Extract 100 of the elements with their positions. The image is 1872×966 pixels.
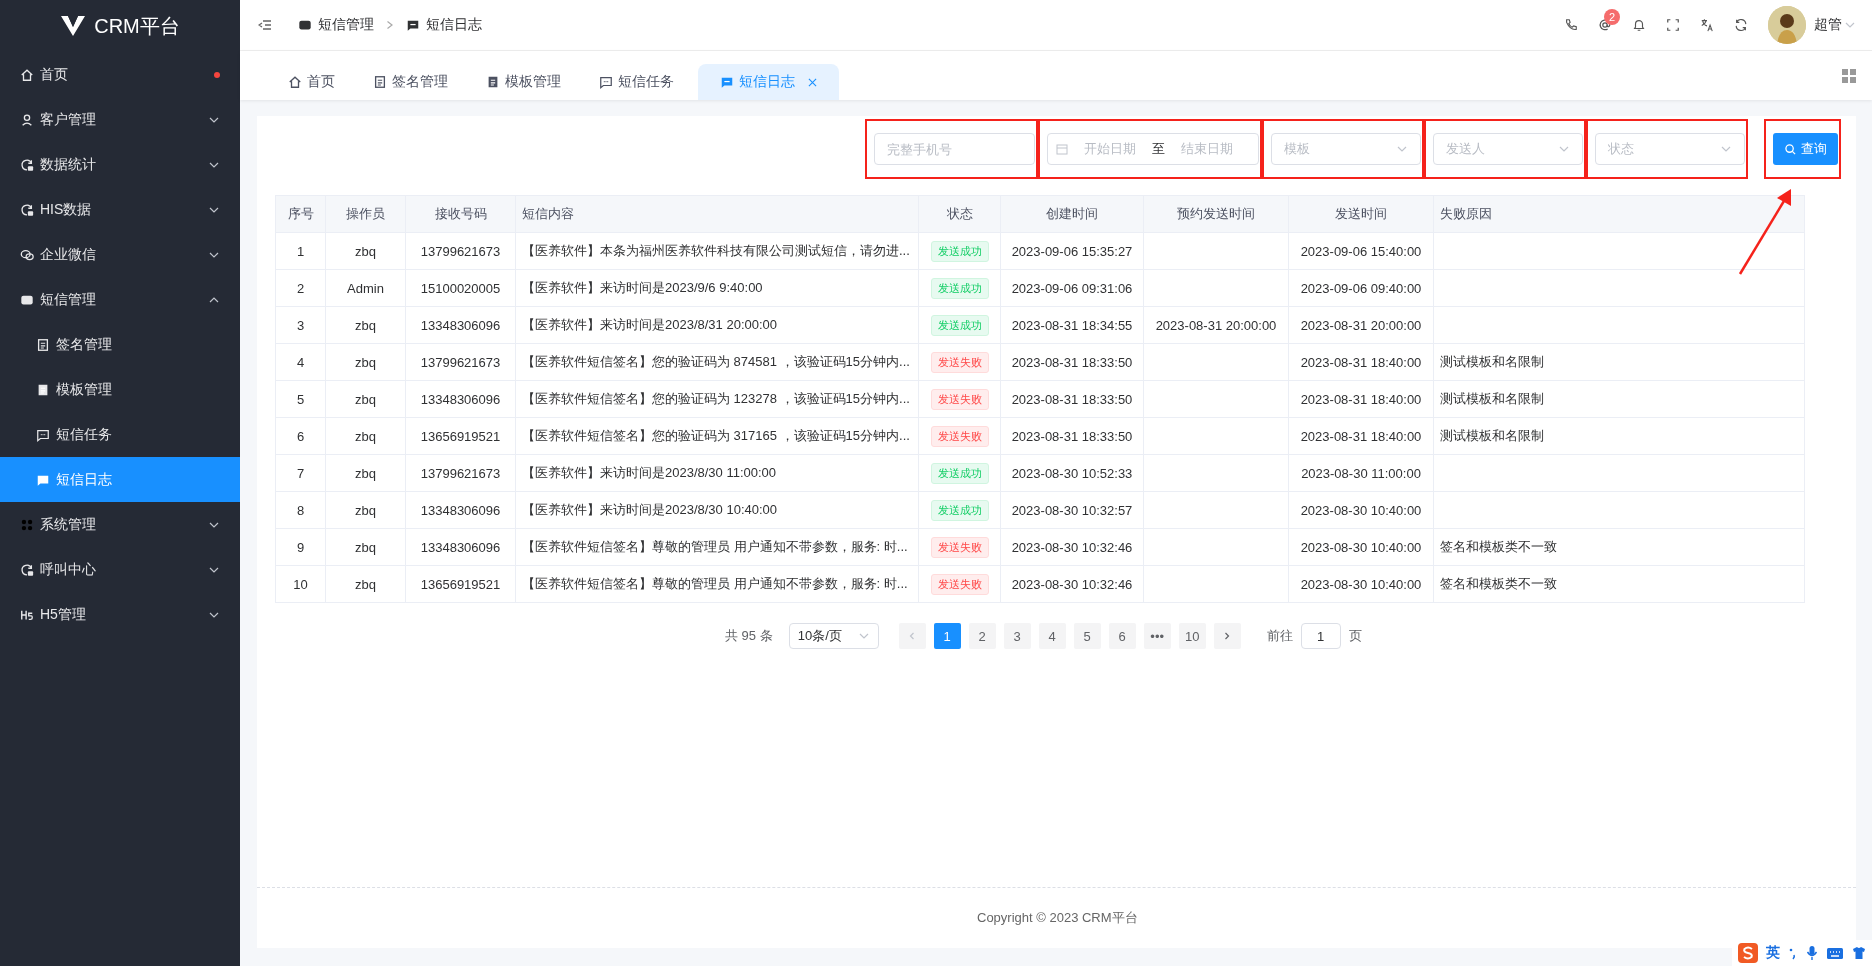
table-cell: 2023-08-31 18:33:50 [1000,417,1144,455]
sidebar-item[interactable]: 首页 [0,52,240,97]
fullscreen-icon[interactable] [1666,18,1680,32]
chat-icon [406,18,420,32]
chat-bubbles-icon [20,247,34,262]
table-cell: 【医养软件短信签名】您的验证码为 123278 ，该验证码15分钟内... [515,380,919,418]
ime-logo-icon[interactable] [1738,943,1758,963]
table-cell: 5 [275,380,326,418]
page-button[interactable]: 3 [1003,623,1031,649]
table-cell: zbq [325,232,406,270]
page-unit: 页 [1348,627,1362,645]
table-cell: 2023-09-06 15:40:00 [1288,232,1434,270]
table-cell: 13799621673 [405,232,516,270]
page-button[interactable]: 10 [1178,623,1206,649]
column-header: 短信内容 [515,195,919,233]
goto-label: 前往 [1266,627,1293,645]
sidebar-item[interactable]: 系统管理 [0,502,240,547]
table-cell: 9 [275,528,326,566]
page-button[interactable]: 5 [1073,623,1101,649]
tab[interactable]: 首页 [274,64,349,100]
status-tag: 发送成功 [930,499,989,521]
table-cell: 13656919521 [405,565,516,603]
microphone-icon[interactable] [1806,945,1818,961]
breadcrumb-item[interactable]: 短信管理 [318,16,374,34]
grid-icon[interactable] [1842,68,1856,83]
phone-icon[interactable] [1564,18,1578,32]
refresh-icon[interactable] [1734,18,1748,32]
home-icon [20,67,34,82]
tab[interactable]: 短信任务 [585,64,688,100]
table-cell: 6 [275,417,326,455]
user-name[interactable]: 超管 [1814,16,1842,34]
menu-fold-icon[interactable] [258,18,272,32]
sidebar-item[interactable]: HIS数据 [0,187,240,232]
total-count: 共 95 条 [725,627,773,645]
document-icon [36,382,50,397]
column-header: 失败原因 [1433,195,1805,233]
table-cell: zbq [325,528,406,566]
page-button[interactable]: ••• [1143,623,1171,649]
table-cell: 2 [275,269,326,307]
table-cell: 【医养软件】本条为福州医养软件科技有限公司测试短信，请勿进... [515,232,919,270]
shirt-icon[interactable] [1852,946,1866,960]
status-tag: 发送失败 [930,388,989,410]
ime-language[interactable]: 英 [1766,944,1780,962]
page-button[interactable]: 2 [968,623,996,649]
sidebar-item[interactable]: 企业微信 [0,232,240,277]
table-cell: 2023-08-30 10:40:00 [1288,491,1434,529]
punctuation-icon[interactable] [1788,946,1798,960]
column-header: 预约发送时间 [1143,195,1289,233]
table-cell: 【医养软件】来访时间是2023/8/30 11:00:00 [515,454,919,492]
bell-icon[interactable] [1632,18,1646,32]
sidebar-item[interactable]: 数据统计 [0,142,240,187]
status-tag: 发送失败 [930,351,989,373]
status-tag: 发送成功 [930,277,989,299]
logo-icon [60,15,87,37]
table-cell: zbq [325,380,406,418]
goto-page-input[interactable]: 1 [1300,623,1341,649]
table-cell: zbq [325,565,406,603]
message-icon [298,18,312,32]
sidebar-subitem[interactable]: 短信任务 [0,412,240,457]
table-cell: zbq [325,417,406,455]
notification-badge: 2 [1604,9,1621,25]
keyboard-icon[interactable] [1826,946,1844,960]
sidebar-subitem[interactable]: 模板管理 [0,367,240,412]
sidebar-item[interactable]: 客户管理 [0,97,240,142]
close-icon[interactable] [808,77,817,87]
table-cell: 2023-08-30 10:40:00 [1288,565,1434,603]
table-cell: Admin [325,269,406,307]
calendar-icon [1056,143,1068,155]
table-cell: 4 [275,343,326,381]
table-cell: 2023-08-31 18:40:00 [1288,343,1434,381]
avatar[interactable] [1768,6,1806,44]
breadcrumb-item: 短信日志 [426,16,482,34]
table-cell: 【医养软件短信签名】尊敬的管理员 用户通知不带参数，服务: 时... [515,565,919,603]
user-icon [20,112,34,127]
page-button[interactable]: 6 [1108,623,1136,649]
sidebar-item[interactable]: 呼叫中心 [0,547,240,592]
chevron-right-icon [386,20,394,30]
table-cell: 13348306096 [405,306,516,344]
sidebar-item[interactable]: H5管理 [0,592,240,637]
sidebar-subitem[interactable]: 签名管理 [0,322,240,367]
table-cell: 2023-08-30 10:52:33 [1000,454,1144,492]
table-cell: 2023-08-30 10:32:57 [1000,491,1144,529]
logo-text: CRM平台 [94,13,180,39]
tab[interactable]: 模板管理 [472,64,575,100]
table-cell: 13348306096 [405,380,516,418]
page-button[interactable]: 4 [1038,623,1066,649]
table-cell: 10 [275,565,326,603]
translate-icon[interactable] [1700,18,1714,32]
tab[interactable]: 签名管理 [359,64,462,100]
table-cell: 【医养软件】来访时间是2023/9/6 9:40:00 [515,269,919,307]
chat-icon [599,75,613,89]
table-cell: 13799621673 [405,343,516,381]
table-cell: 2023-08-31 18:33:50 [1000,380,1144,418]
page-size-select[interactable]: 10条/页 [788,623,879,649]
table-cell: 2023-08-30 11:00:00 [1288,454,1434,492]
table-cell: zbq [325,491,406,529]
date-range-field[interactable]: 开始日期 至 结束日期 [1047,133,1259,165]
sidebar-item[interactable]: 短信管理 [0,277,240,322]
home-icon [288,75,302,89]
phone-input[interactable]: 完整手机号 [874,133,1035,165]
